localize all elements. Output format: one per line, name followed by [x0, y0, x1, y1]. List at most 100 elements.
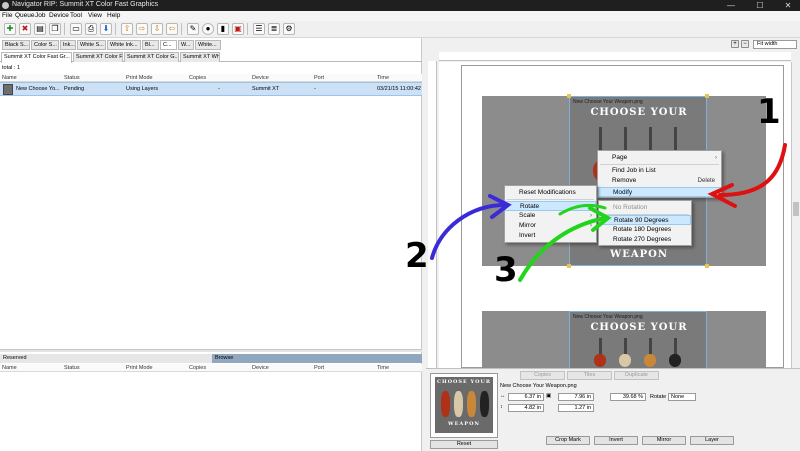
selection-handle[interactable] [705, 94, 709, 98]
filter-tab-white-ink[interactable]: White Ink... [107, 40, 141, 50]
menu-item-rotate[interactable]: Rotate › [505, 201, 596, 211]
menu-item-page[interactable]: Page › [598, 153, 721, 163]
rotate-select[interactable]: None [668, 393, 696, 401]
scroll-thumb[interactable] [793, 202, 799, 216]
filter-tab-black[interactable]: Black S... [2, 40, 30, 50]
menu-item-invert[interactable]: Invert [505, 231, 596, 241]
toolbar-divider [115, 23, 116, 35]
selection-handle[interactable] [567, 94, 571, 98]
menu-file[interactable]: File [2, 12, 12, 19]
column-header-status[interactable]: Status [64, 74, 80, 82]
copy-document-icon[interactable]: ❐ [49, 23, 61, 35]
filter-tab-bl[interactable]: Bl... [142, 40, 159, 50]
height-field[interactable]: 1.27 in [558, 404, 594, 412]
column-header-time[interactable]: Time [377, 74, 389, 82]
menu-device[interactable]: Device [49, 12, 69, 19]
printer-tab-white[interactable]: Summit XT White... [180, 52, 220, 62]
filter-tab-w[interactable]: W... [178, 40, 194, 50]
column-header-copies[interactable]: Copies [189, 364, 206, 372]
tab-copies[interactable]: Copies [520, 371, 565, 380]
list-view-icon[interactable]: ☰ [253, 23, 265, 35]
delete-job-icon[interactable]: ✖ [19, 23, 31, 35]
tool-icon[interactable]: ✎ [187, 23, 199, 35]
table-row[interactable]: New Choose Yo... Pending Using Layers - … [0, 82, 422, 96]
selection-handle[interactable] [567, 264, 571, 268]
column-header-copies[interactable]: Copies [189, 74, 206, 82]
pause-icon[interactable]: ▮ [217, 23, 229, 35]
lock-aspect-icon[interactable]: ▣ [546, 393, 551, 399]
x-position-field[interactable]: 6.37 in [508, 393, 544, 401]
move-left-icon[interactable]: ⇦ [166, 23, 178, 35]
filter-tab-color[interactable]: Color S... [31, 40, 59, 50]
vertical-scrollbar[interactable] [791, 62, 800, 371]
tab-tiles[interactable]: Tiles [567, 371, 612, 380]
maximize-button[interactable]: ☐ [750, 0, 770, 11]
cancel-print-icon[interactable]: ▣ [232, 23, 244, 35]
selection-handle[interactable] [705, 264, 709, 268]
column-header-name[interactable]: Name [2, 364, 17, 372]
menu-job[interactable]: Job [35, 12, 45, 19]
menu-help[interactable]: Help [107, 12, 120, 19]
column-header-device[interactable]: Device [252, 364, 269, 372]
annotation-number-2: 2 [405, 236, 429, 276]
column-header-status[interactable]: Status [64, 364, 80, 372]
add-job-icon[interactable]: ✚ [4, 23, 16, 35]
move-up-icon[interactable]: ⇧ [121, 23, 133, 35]
tab-browse[interactable]: Browse [212, 354, 422, 363]
layer-button[interactable]: Layer [690, 436, 734, 445]
job-preview-image-2[interactable]: New Choose Your Weapon.png CHOOSE YOUR [569, 311, 707, 369]
menu-item-rotate-90[interactable]: Rotate 90 Degrees [599, 215, 691, 225]
filter-tab-white[interactable]: White S... [77, 40, 106, 50]
menu-item-remove[interactable]: Remove Delete [598, 176, 721, 186]
invert-button[interactable]: Invert [594, 436, 638, 445]
zoom-out-icon[interactable]: − [741, 40, 749, 48]
width-field[interactable]: 7.96 in [558, 393, 594, 401]
filter-tab-ink[interactable]: Ink... [60, 40, 76, 50]
close-button[interactable]: ✕ [778, 0, 798, 11]
column-header-name[interactable]: Name [2, 74, 17, 82]
menu-item-rotate-270[interactable]: Rotate 270 Degrees [599, 235, 691, 245]
menu-queue[interactable]: Queue [15, 12, 35, 19]
column-header-time[interactable]: Time [377, 364, 389, 372]
column-header-print-mode[interactable]: Print Mode [126, 364, 153, 372]
menu-item-rotate-180[interactable]: Rotate 180 Degrees [599, 225, 691, 235]
filter-tab-c[interactable]: C... [160, 40, 177, 50]
menu-view[interactable]: View [88, 12, 102, 19]
poster-filename: New Choose Your Weapon.png [573, 99, 643, 105]
pane-splitter[interactable] [0, 349, 422, 352]
printer-tab-color-fast-g[interactable]: Summit XT Color Fast G... [73, 52, 123, 62]
filter-tab-white-2[interactable]: White... [195, 40, 221, 50]
menu-item-reset-modifications[interactable]: Reset Modifications [505, 188, 596, 198]
column-header-print-mode[interactable]: Print Mode [126, 74, 153, 82]
move-down-icon[interactable]: ⇩ [151, 23, 163, 35]
tab-reserved[interactable]: Reserved [0, 354, 212, 363]
settings-icon[interactable]: ⚙ [283, 23, 295, 35]
mirror-button[interactable]: Mirror [642, 436, 686, 445]
zoom-in-icon[interactable]: + [731, 40, 739, 48]
y-position-field[interactable]: 4.82 in [508, 404, 544, 412]
column-header-port[interactable]: Port [314, 74, 324, 82]
document-icon[interactable]: ▤ [34, 23, 46, 35]
move-right-icon[interactable]: ⇨ [136, 23, 148, 35]
rotate-label: Rotate [650, 394, 667, 400]
menu-tool[interactable]: Tool [70, 12, 82, 19]
reset-button[interactable]: Reset [430, 440, 498, 449]
stop-icon[interactable]: ● [202, 23, 214, 35]
printer-tab-color-g[interactable]: Summit XT Color G... [124, 52, 179, 62]
column-header-device[interactable]: Device [252, 74, 269, 82]
menu-item-mirror[interactable]: Mirror › [505, 221, 596, 231]
menu-item-modify[interactable]: Modify › [598, 187, 721, 197]
zoom-select[interactable]: Fit width [753, 40, 797, 49]
details-view-icon[interactable]: ≣ [268, 23, 280, 35]
page-icon[interactable]: ▭ [70, 23, 82, 35]
tab-duplicate[interactable]: Duplicate [614, 371, 659, 380]
scale-field[interactable]: 39.68 % [610, 393, 646, 401]
crop-mark-button[interactable]: Crop Mark [546, 436, 590, 445]
minimize-button[interactable]: — [721, 0, 741, 11]
printer-tab-color-fast-graphics[interactable]: Summit XT Color Fast Gr... [1, 52, 72, 63]
import-icon[interactable]: ⬇ [100, 23, 112, 35]
menu-item-find-job[interactable]: Find Job in List [598, 166, 721, 176]
print-icon[interactable]: ⎙ [85, 23, 97, 35]
column-header-port[interactable]: Port [314, 364, 324, 372]
menu-item-scale[interactable]: Scale › [505, 211, 596, 221]
